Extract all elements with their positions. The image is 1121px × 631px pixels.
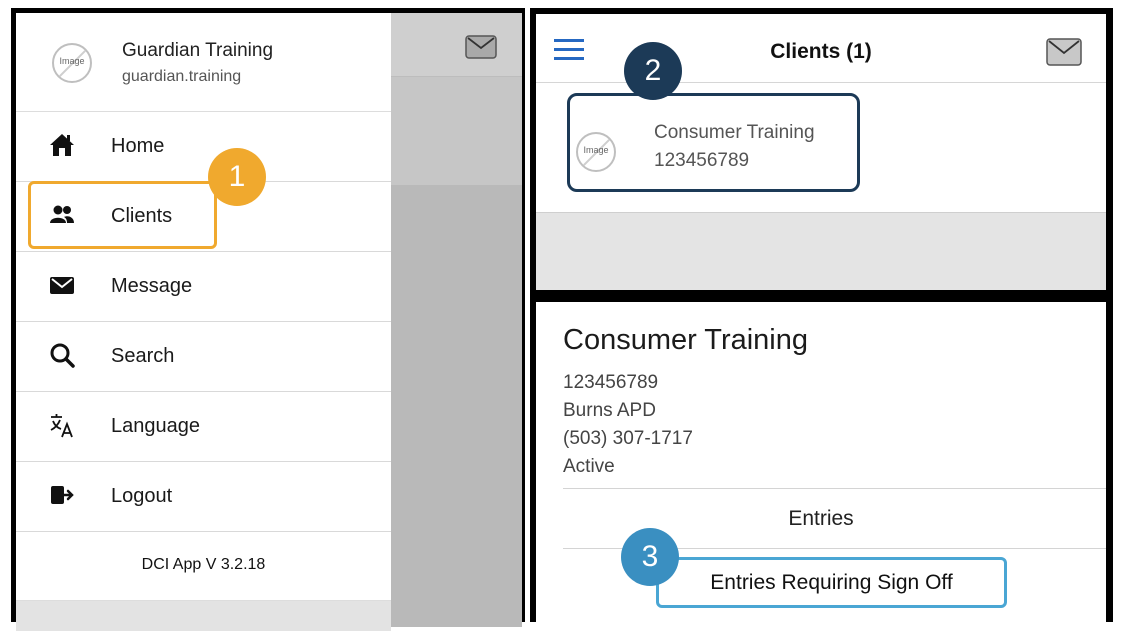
- step-badge-3: 3: [621, 528, 679, 586]
- menu-item-home[interactable]: Home: [16, 112, 391, 182]
- menu-item-search[interactable]: Search: [16, 322, 391, 392]
- client-detail-screen: Consumer Training 123456789 Burns APD (5…: [536, 302, 1106, 622]
- menu-screenshot-panel: Image Guardian Training guardian.trainin…: [11, 8, 525, 631]
- empty-list-area: [536, 213, 1106, 290]
- menu-item-message[interactable]: Message: [16, 252, 391, 322]
- page-title: Clients (1): [770, 40, 872, 63]
- language-icon: [50, 414, 73, 438]
- search-icon: [50, 343, 75, 368]
- account-header: Image Guardian Training guardian.trainin…: [16, 13, 391, 112]
- dimmed-background-overlay[interactable]: [391, 13, 522, 627]
- clients-screen: Clients (1) Image Consumer Training 1234…: [536, 14, 1106, 290]
- client-detail-number: 123456789: [563, 372, 659, 393]
- entries-requiring-signoff-button[interactable]: Entries Requiring Sign Off: [656, 557, 1007, 608]
- client-detail-screenshot-panel: Consumer Training 123456789 Burns APD (5…: [530, 296, 1113, 622]
- step-badge-2: 2: [624, 42, 682, 100]
- account-domain: guardian.training: [122, 68, 242, 85]
- step-badge-1: 1: [208, 148, 266, 206]
- mail-icon: [50, 277, 74, 294]
- menu-item-label: Message: [111, 275, 193, 297]
- avatar-placeholder-label: Image: [59, 56, 85, 66]
- menu-item-logout[interactable]: Logout: [16, 462, 391, 532]
- entries-link[interactable]: Entries: [536, 507, 1106, 531]
- account-name: Guardian Training: [122, 40, 274, 61]
- client-detail-name: Consumer Training: [563, 324, 808, 356]
- app-version-label: DCI App V 3.2.18: [16, 530, 391, 601]
- menu-item-label: Language: [111, 415, 200, 437]
- account-avatar: Image: [52, 43, 92, 83]
- logout-icon: [51, 486, 74, 504]
- dimmed-header: [391, 13, 522, 77]
- avatar-placeholder-label: Image: [583, 145, 609, 155]
- mail-icon[interactable]: [465, 35, 497, 59]
- client-highlight-box: [567, 93, 860, 192]
- signoff-label: Entries Requiring Sign Off: [710, 571, 953, 594]
- client-detail-status: Active: [563, 456, 615, 477]
- client-detail-phone[interactable]: (503) 307-1717: [563, 428, 693, 450]
- drawer-footer: [16, 601, 391, 631]
- menu-item-label: Home: [111, 135, 165, 157]
- home-icon: [50, 134, 74, 156]
- divider: [563, 488, 1106, 489]
- menu-item-label: Search: [111, 345, 175, 367]
- menu-item-label: Logout: [111, 485, 173, 507]
- app-header: Clients (1): [536, 14, 1106, 83]
- client-detail-office: Burns APD: [563, 400, 656, 421]
- clients-highlight-box: [28, 181, 217, 249]
- navigation-drawer: Image Guardian Training guardian.trainin…: [16, 13, 391, 631]
- mail-icon[interactable]: [1046, 38, 1082, 66]
- clients-screenshot-panel: Clients (1) Image Consumer Training 1234…: [530, 8, 1113, 296]
- dimmed-content-row: [391, 77, 522, 185]
- menu-item-language[interactable]: Language: [16, 392, 391, 462]
